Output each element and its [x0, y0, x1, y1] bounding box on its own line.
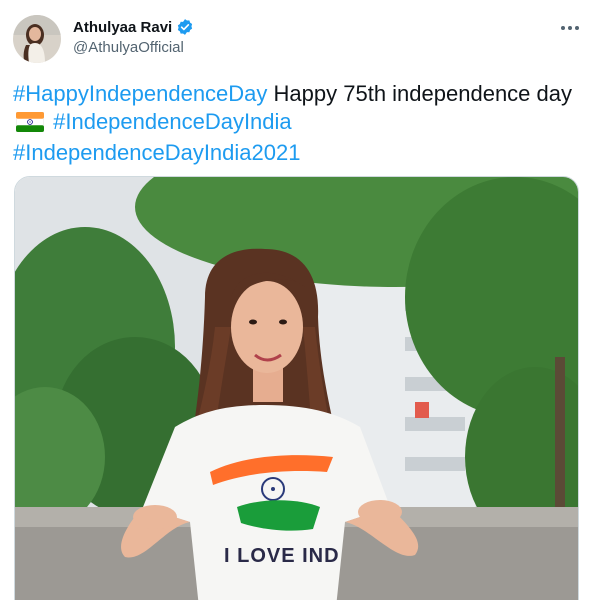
india-flag-emoji [15, 111, 45, 139]
shirt-print-text: I LOVE IND [224, 545, 340, 567]
author-handle[interactable]: @AthulyaOfficial [73, 39, 184, 56]
more-dot [568, 26, 572, 30]
author-name-row: Athulyaa Ravi [73, 17, 194, 37]
hashtag-link[interactable]: #HappyIndependenceDay [13, 81, 267, 106]
avatar[interactable] [13, 15, 61, 63]
display-name[interactable]: Athulyaa Ravi [73, 19, 172, 36]
hashtag-link[interactable]: #IndependenceDayIndia2021 [13, 140, 300, 165]
tweet-photo[interactable] [14, 176, 579, 600]
more-horizontal-icon [561, 26, 565, 30]
more-options-button[interactable] [554, 16, 586, 40]
hashtag-link[interactable]: #IndependenceDayIndia [53, 109, 292, 134]
more-dot [575, 26, 579, 30]
verified-badge-icon [176, 18, 194, 36]
tweet-body-text: Happy 75th independence day [267, 81, 572, 106]
tweet-text: #HappyIndependenceDay Happy 75th indepen… [13, 80, 588, 167]
tweet[interactable]: Athulyaa Ravi @AthulyaOfficial #HappyInd… [0, 0, 600, 600]
